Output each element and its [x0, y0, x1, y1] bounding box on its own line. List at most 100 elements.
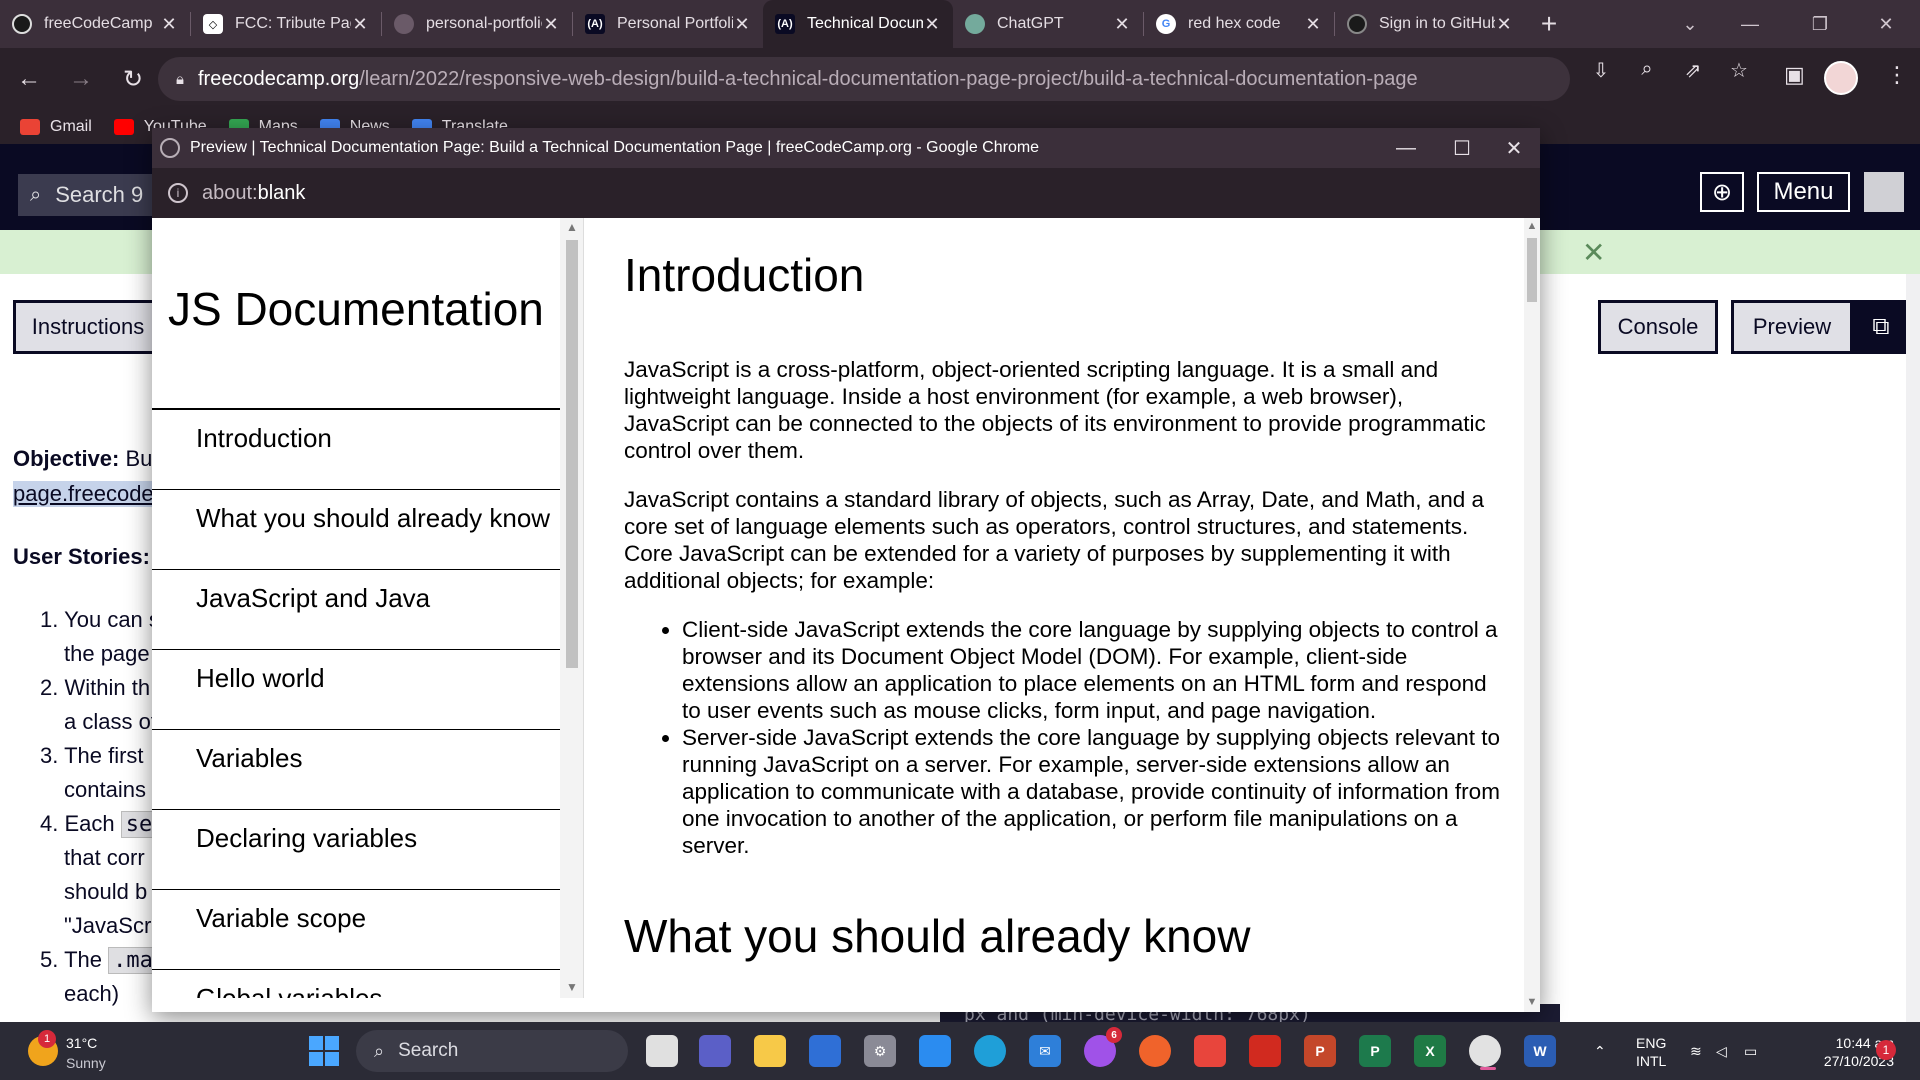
main-scroll-thumb[interactable] — [1527, 238, 1537, 302]
close-tab-icon[interactable]: ✕ — [1113, 14, 1131, 35]
preview-button[interactable]: Preview — [1731, 300, 1853, 354]
objective-link[interactable]: page.freecode — [13, 481, 154, 507]
nav-link-introduction[interactable]: Introduction — [152, 410, 560, 490]
paragraph: JavaScript is a cross-platform, object-o… — [624, 357, 1486, 463]
nav-link-list: Introduction What you should already kno… — [152, 408, 560, 998]
user-stories-heading: User Stories: — [13, 544, 150, 569]
language-indicator[interactable]: ENG INTL — [1636, 1034, 1666, 1070]
nav-link-global-variables[interactable]: Global variables — [152, 970, 560, 999]
new-tab-button[interactable]: + — [1525, 0, 1573, 48]
scroll-down-icon[interactable]: ▼ — [1526, 996, 1538, 1008]
popup-maximize-icon[interactable]: ☐ — [1434, 128, 1490, 168]
language-globe-icon[interactable]: ⊕ — [1700, 172, 1744, 212]
acrobat-icon[interactable] — [1249, 1035, 1281, 1067]
scroll-down-icon[interactable]: ▼ — [566, 980, 578, 994]
scroll-up-icon[interactable]: ▲ — [566, 220, 578, 234]
nav-link-hello-world[interactable]: Hello world — [152, 650, 560, 730]
bookmark-star-icon[interactable]: ☆ — [1724, 58, 1754, 83]
sync-icon[interactable] — [919, 1035, 951, 1067]
popup-address-bar[interactable]: i about: blank — [152, 168, 1540, 218]
browser-tab[interactable]: (A) Personal Portfolio ✕ — [573, 0, 763, 48]
volume-icon[interactable]: ◁ — [1716, 1022, 1727, 1080]
close-tab-icon[interactable]: ✕ — [542, 14, 560, 35]
nav-link-declaring-variables[interactable]: Declaring variables — [152, 810, 560, 890]
restore-icon[interactable]: ❐ — [1790, 0, 1850, 48]
bookmark-gmail[interactable]: Gmail — [20, 118, 92, 136]
file-explorer-icon[interactable] — [754, 1035, 786, 1067]
publisher-icon[interactable]: P — [1359, 1035, 1391, 1067]
popout-window-icon[interactable]: ⧉ — [1851, 300, 1911, 354]
excel-icon[interactable]: X — [1414, 1035, 1446, 1067]
zoom-icon[interactable]: ⌕ — [1632, 58, 1662, 81]
store-icon[interactable] — [809, 1035, 841, 1067]
notification-badge[interactable]: 1 — [1876, 1040, 1896, 1060]
close-tab-icon[interactable]: ✕ — [1495, 14, 1513, 35]
section-heading: What you should already know — [624, 910, 1251, 962]
powerpoint-icon[interactable]: P — [1304, 1035, 1336, 1067]
nav-link-what-you-should-know[interactable]: What you should already know — [152, 490, 560, 570]
edge-icon[interactable] — [974, 1035, 1006, 1067]
close-tab-icon[interactable]: ✕ — [160, 14, 178, 35]
main-content: Introduction JavaScript is a cross-platf… — [584, 218, 1524, 963]
tab-title: freeCodeCamp — [44, 15, 153, 32]
scroll-up-icon[interactable]: ▲ — [1526, 220, 1538, 232]
browser-tab[interactable]: ChatGPT ✕ — [953, 0, 1143, 48]
browser-tab[interactable]: freeCodeCamp ✕ — [0, 0, 190, 48]
close-tab-icon[interactable]: ✕ — [923, 14, 941, 35]
fcc-user-avatar[interactable] — [1864, 172, 1904, 212]
popup-close-icon[interactable]: ✕ — [1486, 128, 1542, 168]
address-bar[interactable]: 🔒︎ freecodecamp.org/learn/2022/responsiv… — [158, 57, 1570, 101]
close-tab-icon[interactable]: ✕ — [1304, 14, 1322, 35]
google-icon: G — [1156, 14, 1176, 34]
close-tab-icon[interactable]: ✕ — [733, 14, 751, 35]
gmail-icon — [20, 119, 40, 135]
story-line: 5. The .ma — [40, 947, 158, 974]
windows-start-icon[interactable] — [309, 1036, 339, 1066]
close-tab-icon[interactable]: ✕ — [351, 14, 369, 35]
popup-minimize-icon[interactable]: — — [1378, 128, 1434, 168]
browser-tab[interactable]: Sign in to GitHub ✕ — [1335, 0, 1525, 48]
install-icon[interactable]: ⇩ — [1586, 58, 1616, 83]
share-icon[interactable]: ⇗ — [1678, 58, 1708, 83]
profile-avatar[interactable] — [1824, 61, 1858, 95]
browser-tab-active[interactable]: (A) Technical Documentation ✕ — [763, 0, 953, 48]
weather-widget[interactable]: 1 31°C Sunny — [28, 1028, 148, 1074]
minimize-icon[interactable]: — — [1720, 0, 1780, 48]
back-icon[interactable]: ← — [6, 56, 52, 102]
nav-link-variables[interactable]: Variables — [152, 730, 560, 810]
nav-scrollbar[interactable]: ▲ ▼ — [560, 218, 583, 998]
side-panel-icon[interactable]: ▣ — [1784, 62, 1805, 88]
nav-link-variable-scope[interactable]: Variable scope — [152, 890, 560, 970]
teams-icon[interactable] — [699, 1035, 731, 1067]
close-window-icon[interactable]: ✕ — [1856, 0, 1916, 48]
chrome-icon[interactable] — [1469, 1035, 1501, 1067]
tab-title: FCC: Tribute Page — [235, 15, 351, 32]
tab-search-icon[interactable]: ⌄ — [1660, 0, 1720, 48]
taskbar-search[interactable]: ⌕ Search — [356, 1030, 628, 1072]
tray-chevron-icon[interactable]: ⌃ — [1594, 1022, 1606, 1080]
forward-icon[interactable]: → — [58, 56, 104, 102]
mail-icon[interactable]: ✉ — [1029, 1035, 1061, 1067]
firefox-icon[interactable] — [1139, 1035, 1171, 1067]
instructions-tab-button[interactable]: Instructions — [13, 300, 163, 354]
more-menu-icon[interactable]: ⋮ — [1886, 62, 1908, 88]
task-view-icon[interactable] — [646, 1035, 678, 1067]
browser-tab[interactable]: ◇ FCC: Tribute Page ✕ — [191, 0, 381, 48]
console-button[interactable]: Console — [1598, 300, 1718, 354]
browser-tab[interactable]: personal-portfolio ✕ — [382, 0, 572, 48]
nav-scroll-thumb[interactable] — [566, 240, 578, 668]
close-banner-icon[interactable]: ✕ — [1582, 236, 1605, 269]
fcc-search-input[interactable]: ⌕ Search 9 — [18, 174, 168, 216]
camera-icon[interactable] — [1194, 1035, 1226, 1067]
wifi-icon[interactable]: ≋ — [1690, 1022, 1702, 1080]
battery-icon[interactable]: ▭ — [1744, 1022, 1757, 1080]
nav-link-javascript-and-java[interactable]: JavaScript and Java — [152, 570, 560, 650]
settings-gear-icon[interactable]: ⚙ — [864, 1035, 896, 1067]
story-line: should b — [64, 879, 148, 904]
fcc-menu-button[interactable]: Menu — [1757, 172, 1850, 212]
main-scrollbar[interactable]: ▲ ▼ — [1524, 218, 1540, 1012]
reload-icon[interactable]: ↻ — [110, 56, 156, 102]
browser-tab[interactable]: G red hex code ✕ — [1144, 0, 1334, 48]
messenger-icon[interactable]: 6 — [1084, 1027, 1122, 1067]
word-icon[interactable]: W — [1524, 1035, 1556, 1067]
